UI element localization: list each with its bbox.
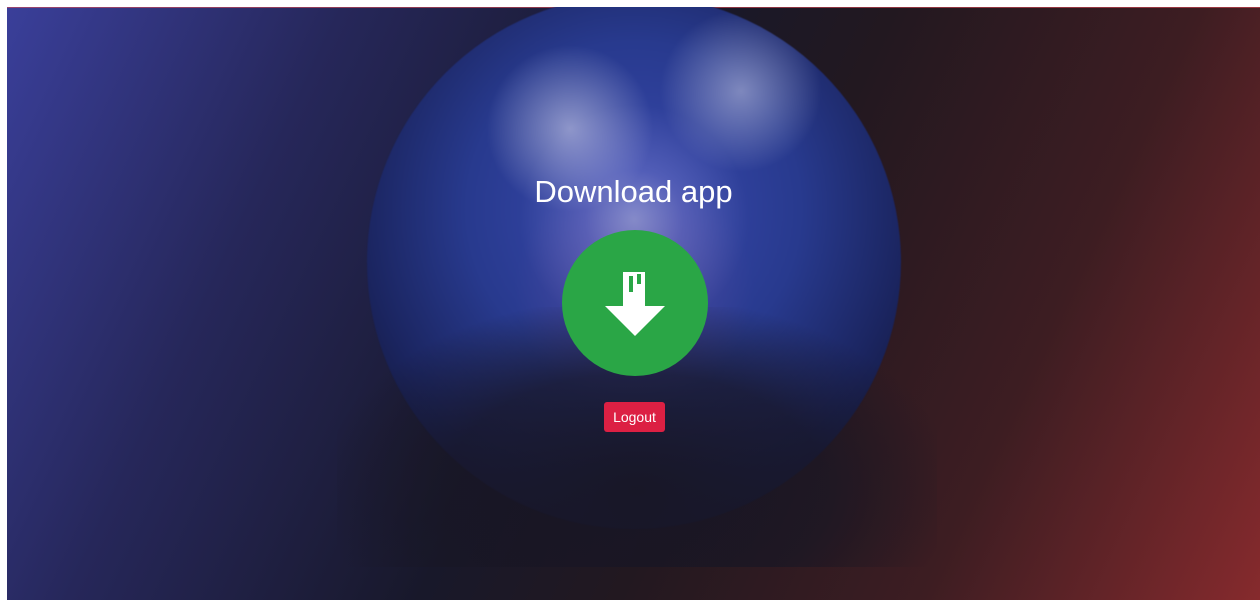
download-app-button[interactable] bbox=[562, 230, 708, 376]
logout-button[interactable]: Logout bbox=[604, 402, 665, 432]
page-viewport: Download app Logout bbox=[7, 7, 1260, 600]
page-title: Download app bbox=[534, 174, 733, 209]
download-arrow-icon bbox=[605, 272, 665, 336]
